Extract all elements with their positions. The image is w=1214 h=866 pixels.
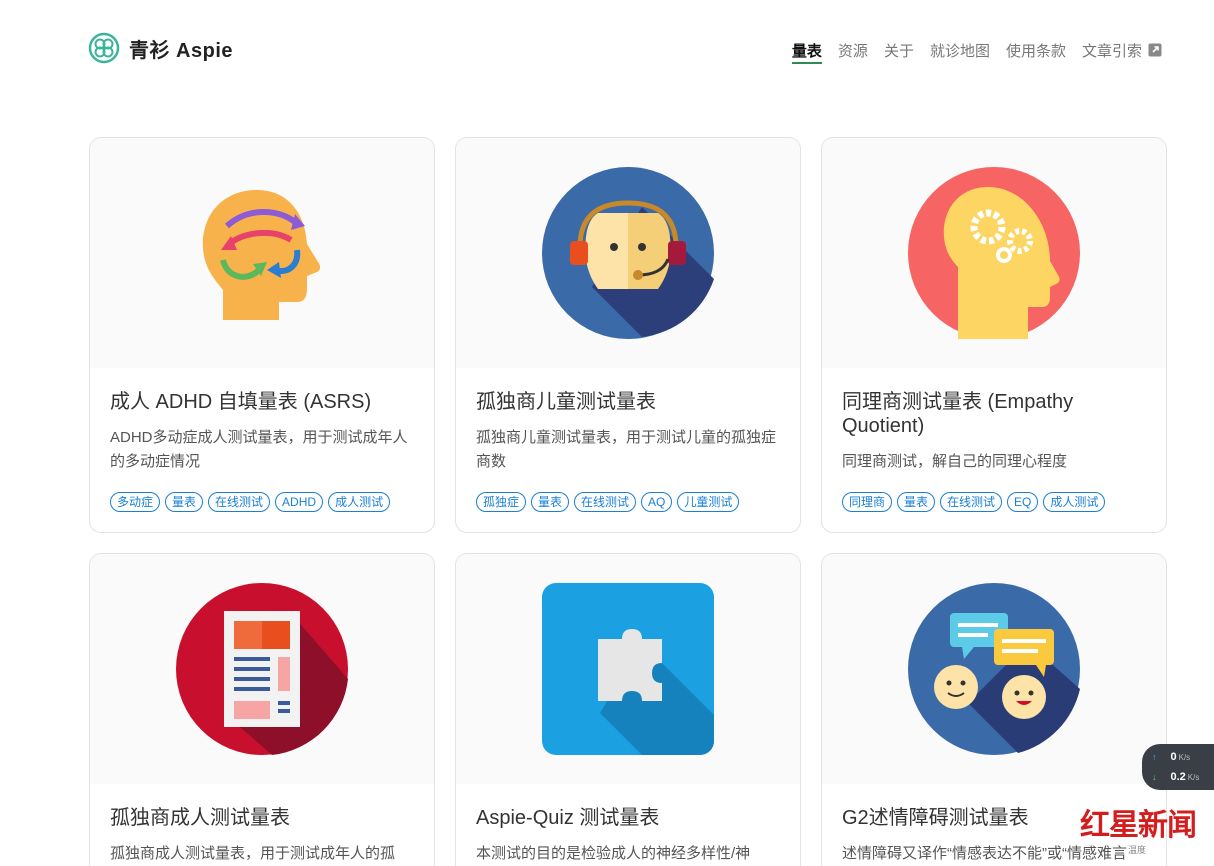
download-speed: ↓ 0.2 K/s [1152,771,1199,783]
card-image [822,554,1166,784]
tag[interactable]: 量表 [165,492,204,512]
tag-list: 孤独症 量表 在线测试 AQ 儿童测试 [476,492,780,512]
upload-value: 0 [1170,751,1177,763]
card-image [822,138,1166,368]
upload-speed: ↑ 0 K/s [1152,751,1190,763]
tag[interactable]: 成人测试 [1043,492,1106,512]
card-title[interactable]: 孤独商儿童测试量表 [476,390,780,414]
card-title[interactable]: Aspie-Quiz 测试量表 [476,806,780,830]
chat-faces-icon [908,583,1080,755]
nav-terms[interactable]: 使用条款 [1006,36,1066,64]
card-description: 同理商测试，解自己的同理心程度 [842,453,1068,470]
head-gears-icon [908,167,1080,339]
adhd-head-icon [202,190,321,320]
download-value: 0.2 [1170,771,1186,783]
download-unit: K/s [1187,772,1200,782]
download-arrow-icon: ↓ [1152,772,1157,782]
card-title[interactable]: 成人 ADHD 自填量表 (ASRS) [110,390,414,414]
nav-clinic-map[interactable]: 就诊地图 [930,36,990,64]
scale-card[interactable]: 孤独商儿童测试量表 孤独商儿童测试量表，用于测试儿童的孤独症商数 孤独症 量表 … [455,137,801,533]
tag[interactable]: 成人测试 [328,492,391,512]
card-description: 孤独商成人测试量表，用于测试成年人的孤 [110,845,396,862]
card-image [90,138,434,368]
puzzle-piece-icon [542,583,714,755]
tag[interactable]: AQ [641,492,673,512]
scale-card[interactable]: 同理商测试量表 (Empathy Quotient) 同理商测试，解自己的同理心… [821,137,1167,533]
nav-scales[interactable]: 量表 [791,36,822,64]
tag[interactable]: 量表 [897,492,936,512]
network-speed-widget[interactable]: ↑ 0 K/s ↓ 0.2 K/s [1142,744,1214,790]
nav-about[interactable]: 关于 [884,36,914,64]
card-description: ADHD多动症成人测试量表，用于测试成年人的多动症情况 [110,429,408,470]
tag[interactable]: 量表 [531,492,570,512]
tag[interactable]: 在线测试 [208,492,271,512]
tag[interactable]: 在线测试 [574,492,637,512]
news-watermark-logo: 红星新闻 [1080,808,1197,843]
card-title[interactable]: 孤独商成人测试量表 [110,806,414,830]
nav-article-index-label: 文章引索 [1081,42,1142,60]
scale-card[interactable]: 成人 ADHD 自填量表 (ASRS) ADHD多动症成人测试量表，用于测试成年… [89,137,435,533]
nav-article-index[interactable]: 文章引索 [1082,36,1162,64]
brand-logo-icon [88,32,120,64]
card-description: 孤独商儿童测试量表，用于测试儿童的孤独症商数 [476,429,777,470]
upload-arrow-icon: ↑ [1152,752,1157,762]
site-header: 青衫 Aspie 量表 资源 关于 就诊地图 使用条款 文章引索 [0,0,1214,100]
brand-name: 青衫 Aspie [129,39,234,62]
card-image [90,554,434,784]
document-icon [176,583,348,755]
card-description: 本测试的目的是检验成人的神经多样性/神 [476,845,751,862]
scale-card[interactable]: 孤独商成人测试量表 孤独商成人测试量表，用于测试成年人的孤 [89,553,435,866]
nav-resources[interactable]: 资源 [838,36,868,64]
brand[interactable]: 青衫 Aspie [88,32,233,64]
scale-card[interactable]: Aspie-Quiz 测试量表 本测试的目的是检验成人的神经多样性/神 [455,553,801,866]
tag[interactable]: 孤独症 [476,492,527,512]
tag[interactable]: 多动症 [110,492,161,512]
tag[interactable]: 同理商 [842,492,893,512]
tag[interactable]: 儿童测试 [677,492,740,512]
tag-list: 同理商 量表 在线测试 EQ 成人测试 [842,492,1146,512]
card-description: 述情障碍又译作“情感表达不能”或“情感难言 [842,845,1127,862]
tag[interactable]: ADHD [275,492,324,512]
external-link-icon [1148,43,1162,57]
watermark-caption: 温度 [1128,845,1147,855]
card-image [456,554,800,784]
upload-unit: K/s [1178,752,1191,762]
tag-list: 多动症 量表 在线测试 ADHD 成人测试 [110,492,414,512]
tag[interactable]: EQ [1007,492,1039,512]
main-nav: 量表 资源 关于 就诊地图 使用条款 文章引索 [776,36,1162,64]
card-image [456,138,800,368]
child-headset-icon [542,167,714,339]
card-title[interactable]: 同理商测试量表 (Empathy Quotient) [842,390,1146,438]
tag[interactable]: 在线测试 [940,492,1003,512]
